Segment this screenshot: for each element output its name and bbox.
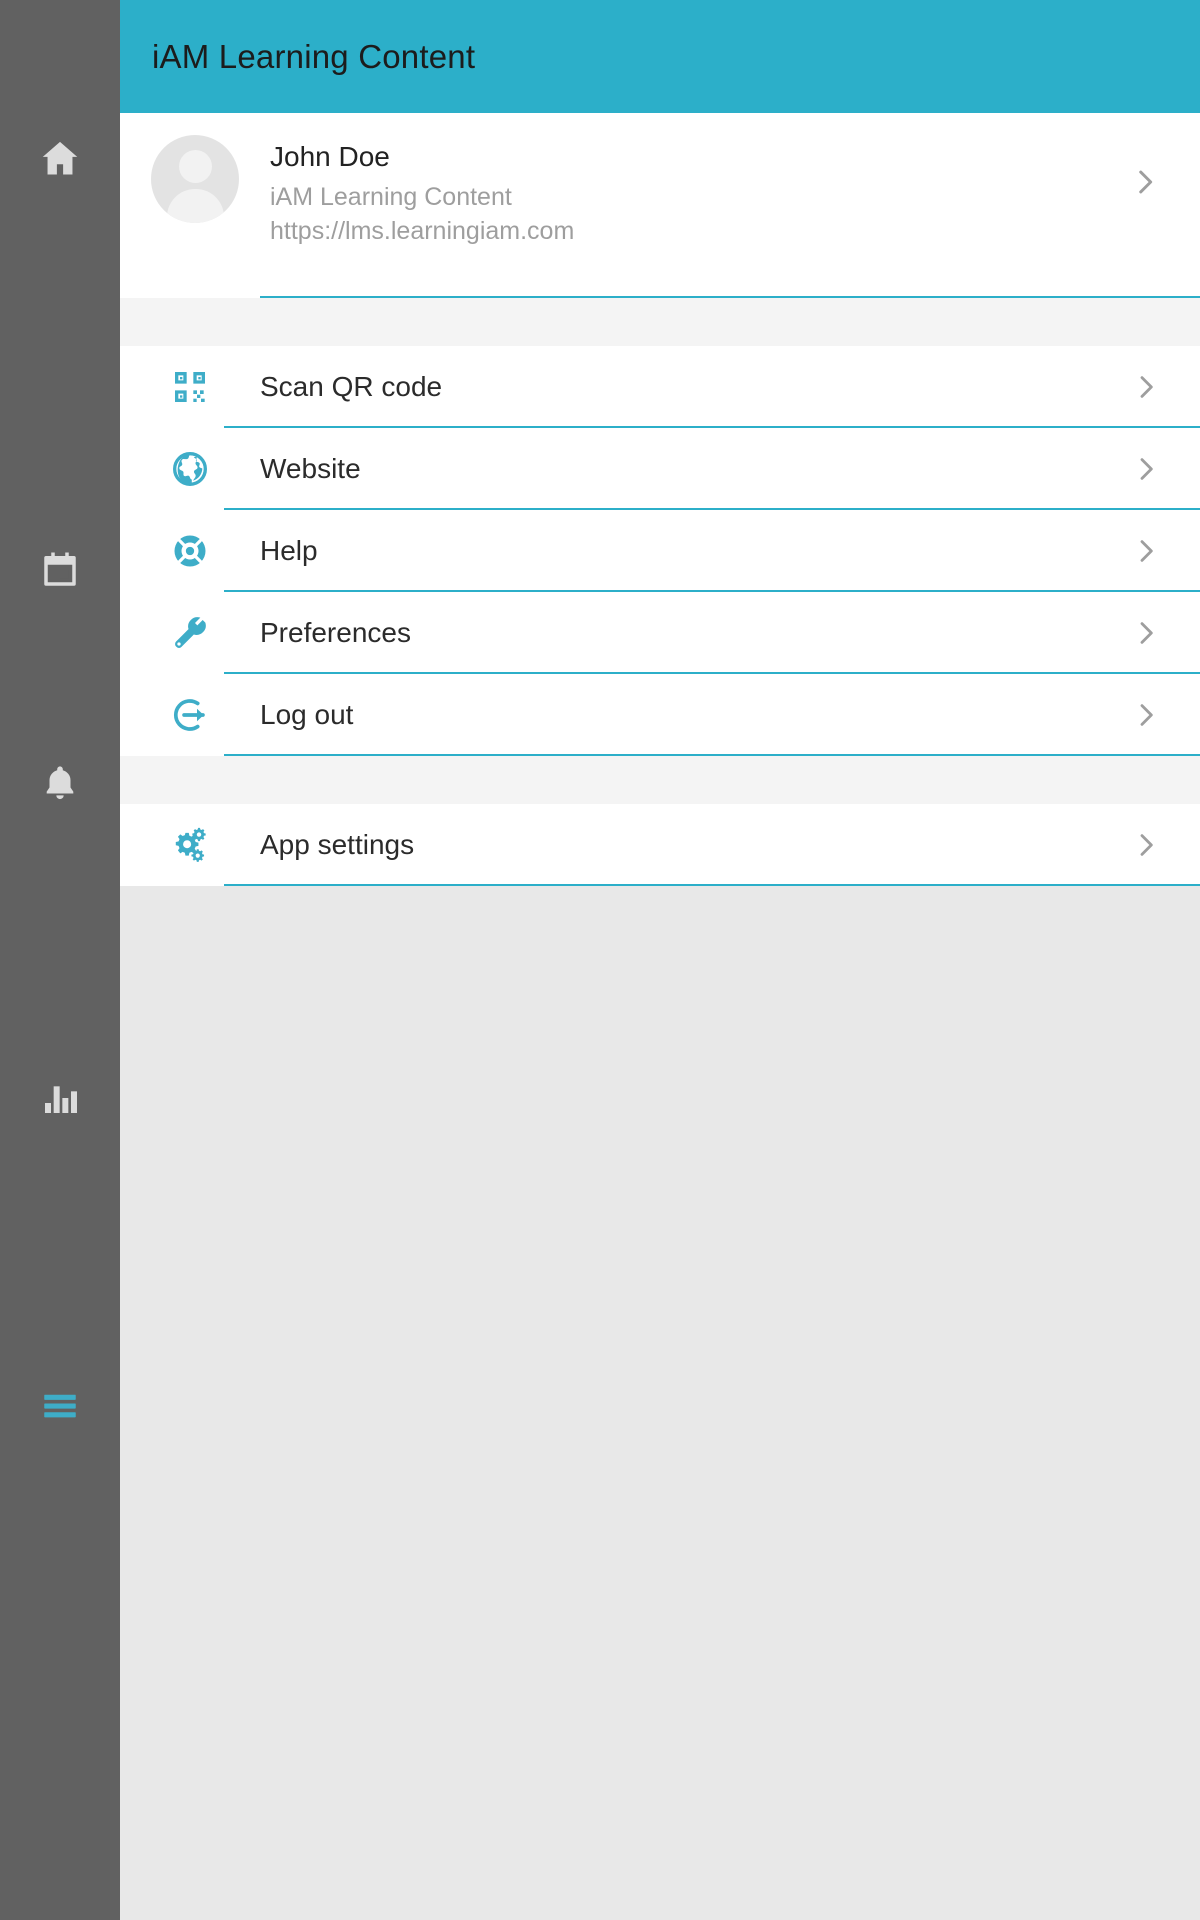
group-separator-bottom: [120, 756, 1200, 804]
left-navigation-rail: [0, 0, 120, 1920]
chevron-right-icon: [1130, 453, 1162, 485]
calendar-icon: [39, 549, 81, 596]
account-underline: [260, 296, 1200, 298]
menu-item-help[interactable]: Help: [120, 510, 1200, 592]
menu-item-log-out[interactable]: Log out: [120, 674, 1200, 756]
app-root: iAM Learning Content John Doe iAM Learni…: [0, 0, 1200, 1920]
empty-content-area: [120, 886, 1200, 1920]
secondary-menu-list: App settings: [120, 804, 1200, 886]
rail-item-reports[interactable]: [0, 1060, 120, 1140]
chevron-right-icon: [1130, 829, 1162, 861]
account-site: iAM Learning Content: [270, 182, 512, 211]
rail-item-home[interactable]: [0, 120, 120, 200]
group-separator-top: [120, 298, 1200, 346]
menu-item-preferences[interactable]: Preferences: [120, 592, 1200, 674]
qr-code-icon: [120, 367, 260, 407]
rail-item-menu[interactable]: [0, 1368, 120, 1448]
account-text: John Doe iAM Learning Content https://lm…: [270, 113, 1200, 249]
main-panel: iAM Learning Content John Doe iAM Learni…: [120, 0, 1200, 1920]
account-name: John Doe: [270, 141, 390, 172]
row-underline: [224, 884, 1200, 886]
row-underline: [224, 754, 1200, 756]
rail-item-notifications[interactable]: [0, 745, 120, 825]
menu-item-label: Scan QR code: [260, 371, 443, 402]
account-url: https://lms.learningiam.com: [270, 217, 575, 246]
chevron-right-icon: [1130, 371, 1162, 403]
home-icon: [38, 136, 82, 185]
menu-item-label: Preferences: [260, 617, 411, 648]
gears-icon: [120, 824, 260, 866]
page-title: iAM Learning Content: [152, 37, 476, 75]
logout-icon: [120, 694, 260, 736]
menu-item-app-settings[interactable]: App settings: [120, 804, 1200, 886]
bell-icon: [39, 762, 81, 809]
chevron-right-icon: [1130, 535, 1162, 567]
wrench-icon: [120, 613, 260, 653]
avatar: [151, 135, 239, 223]
hamburger-menu-icon: [39, 1385, 81, 1432]
app-bar: iAM Learning Content: [120, 0, 1200, 113]
rail-item-calendar[interactable]: [0, 532, 120, 612]
globe-icon: [120, 449, 260, 489]
bar-chart-icon: [40, 1078, 80, 1123]
account-row[interactable]: John Doe iAM Learning Content https://lm…: [120, 113, 1200, 298]
chevron-right-icon: [1130, 699, 1162, 731]
avatar-wrapper: [120, 113, 270, 223]
menu-item-website[interactable]: Website: [120, 428, 1200, 510]
menu-item-label: Help: [260, 535, 318, 566]
menu-item-scan-qr-code[interactable]: Scan QR code: [120, 346, 1200, 428]
chevron-right-icon: [1130, 617, 1162, 649]
menu-item-label: App settings: [260, 829, 415, 860]
chevron-right-icon: [1128, 165, 1162, 199]
primary-menu-list: Scan QR code Website Help Preferences Lo…: [120, 346, 1200, 756]
menu-item-label: Website: [260, 453, 361, 484]
menu-item-label: Log out: [260, 699, 354, 730]
lifebuoy-icon: [120, 531, 260, 571]
